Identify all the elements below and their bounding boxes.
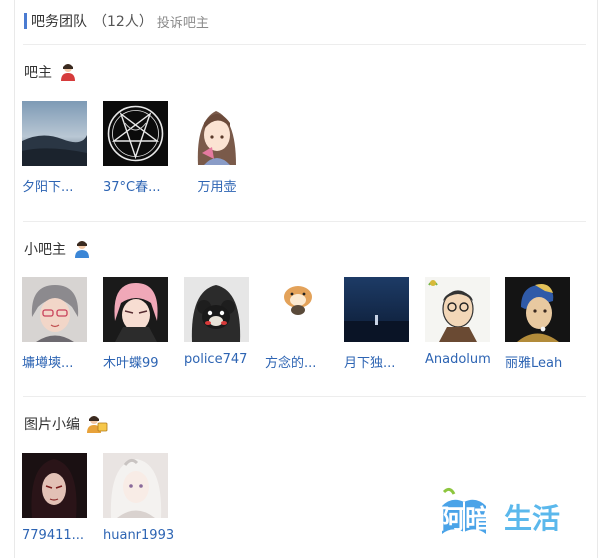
member-name[interactable]: 万用壶 <box>184 176 250 195</box>
member-name[interactable]: 方念的... <box>265 352 355 371</box>
member-moderator: 墉墫塽... <box>22 277 112 371</box>
member-name[interactable]: police747 <box>184 352 274 367</box>
member-name[interactable]: 墉墫塽... <box>22 352 112 371</box>
member-moderator: 月下独... <box>344 277 434 371</box>
member-avatar[interactable] <box>344 277 409 342</box>
photo-editor-badge-icon <box>87 416 108 433</box>
section-title: 吧主 <box>24 65 52 81</box>
section-label-owner: 吧主 <box>24 62 78 82</box>
divider <box>23 221 586 222</box>
frame-right-border <box>597 0 598 558</box>
frame-left-border <box>14 0 15 558</box>
section-title: 图片小编 <box>24 417 80 433</box>
team-header: 吧务团队 （12人） 投诉吧主 <box>24 11 209 31</box>
section-title: 小吧主 <box>24 242 66 258</box>
divider <box>23 396 586 397</box>
member-name[interactable]: 夕阳下... <box>22 176 112 195</box>
member-avatar[interactable] <box>505 277 570 342</box>
member-avatar[interactable] <box>103 453 168 518</box>
svg-text:生活: 生活 <box>504 502 560 535</box>
svg-text:阿暗: 阿暗 <box>439 505 491 535</box>
member-avatar[interactable] <box>103 101 168 166</box>
member-avatar[interactable] <box>265 277 330 342</box>
member-avatar[interactable] <box>184 277 249 342</box>
section-label-moderator: 小吧主 <box>24 239 92 259</box>
member-owner: 万用壶 <box>184 101 274 195</box>
moderator-badge-icon <box>75 241 89 258</box>
complaint-link[interactable]: 投诉吧主 <box>157 12 209 31</box>
member-moderator: 木叶蝶99 <box>103 277 193 371</box>
watermark-logo: 阿暗 生活 <box>438 486 580 542</box>
member-photo-editor: huanr1993 <box>103 453 193 543</box>
member-moderator: Anadolum <box>425 277 515 367</box>
member-name[interactable]: huanr1993 <box>103 528 193 543</box>
member-owner: 37°C春... <box>103 101 193 195</box>
member-moderator: 方念的... <box>265 277 355 371</box>
member-avatar[interactable] <box>22 101 87 166</box>
member-avatar[interactable] <box>184 101 249 166</box>
member-avatar[interactable] <box>103 277 168 342</box>
team-title: 吧务团队 <box>31 14 87 30</box>
member-owner: 夕阳下... <box>22 101 112 195</box>
header-accent-bar <box>24 13 27 29</box>
member-name[interactable]: 丽雅Leah <box>505 352 595 371</box>
member-name[interactable]: 779411... <box>22 528 112 543</box>
member-moderator: police747 <box>184 277 274 367</box>
divider <box>23 44 586 45</box>
member-avatar[interactable] <box>425 277 490 342</box>
member-moderator: 丽雅Leah <box>505 277 595 371</box>
member-photo-editor: 779411... <box>22 453 112 543</box>
member-count: （12人） <box>93 14 153 30</box>
member-name[interactable]: Anadolum <box>425 352 515 367</box>
member-name[interactable]: 木叶蝶99 <box>103 352 193 371</box>
member-avatar[interactable] <box>22 453 87 518</box>
member-avatar[interactable] <box>22 277 87 342</box>
member-name[interactable]: 月下独... <box>344 352 434 371</box>
owner-badge-icon <box>61 64 75 81</box>
section-label-photo-editor: 图片小编 <box>24 414 108 434</box>
member-name[interactable]: 37°C春... <box>103 176 193 195</box>
